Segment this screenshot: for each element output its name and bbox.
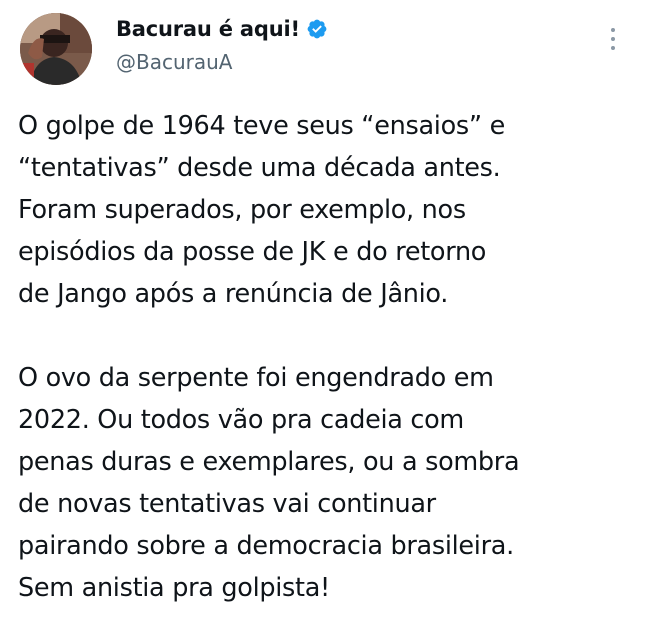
- verified-badge-icon: [306, 18, 328, 40]
- tweet-text: O golpe de 1964 teve seus “ensaios” e “t…: [18, 105, 633, 609]
- more-vertical-icon[interactable]: [608, 28, 618, 58]
- tweet-header: Bacurau é aqui! @BacurauA: [20, 10, 628, 90]
- tweet-line: de novas tentativas vai continuar: [18, 489, 436, 519]
- tweet-line: pairando sobre a democracia brasileira.: [18, 531, 514, 561]
- tweet-line: 2022. Ou todos vão pra cadeia com: [18, 405, 464, 435]
- tweet-line: episódios da posse de JK e do retorno: [18, 237, 487, 267]
- avatar-image: [20, 13, 92, 85]
- tweet-card: Bacurau é aqui! @BacurauA O golpe de 196…: [0, 0, 648, 626]
- tweet-line: de Jango após a renúncia de Jânio.: [18, 279, 449, 309]
- tweet-line: O golpe de 1964 teve seus “ensaios” e: [18, 111, 505, 141]
- avatar[interactable]: [20, 13, 92, 85]
- tweet-line: penas duras e exemplares, ou a sombra: [18, 447, 520, 477]
- tweet-line: O ovo da serpente foi engendrado em: [18, 363, 494, 393]
- tweet-line: “tentativas” desde uma década antes.: [18, 153, 501, 183]
- name-row: Bacurau é aqui!: [116, 14, 328, 44]
- display-name[interactable]: Bacurau é aqui!: [116, 17, 300, 41]
- tweet-line: Sem anistia pra golpista!: [18, 573, 330, 603]
- paragraph-break: [18, 315, 633, 357]
- user-handle[interactable]: @BacurauA: [116, 50, 232, 74]
- tweet-line: Foram superados, por exemplo, nos: [18, 195, 466, 225]
